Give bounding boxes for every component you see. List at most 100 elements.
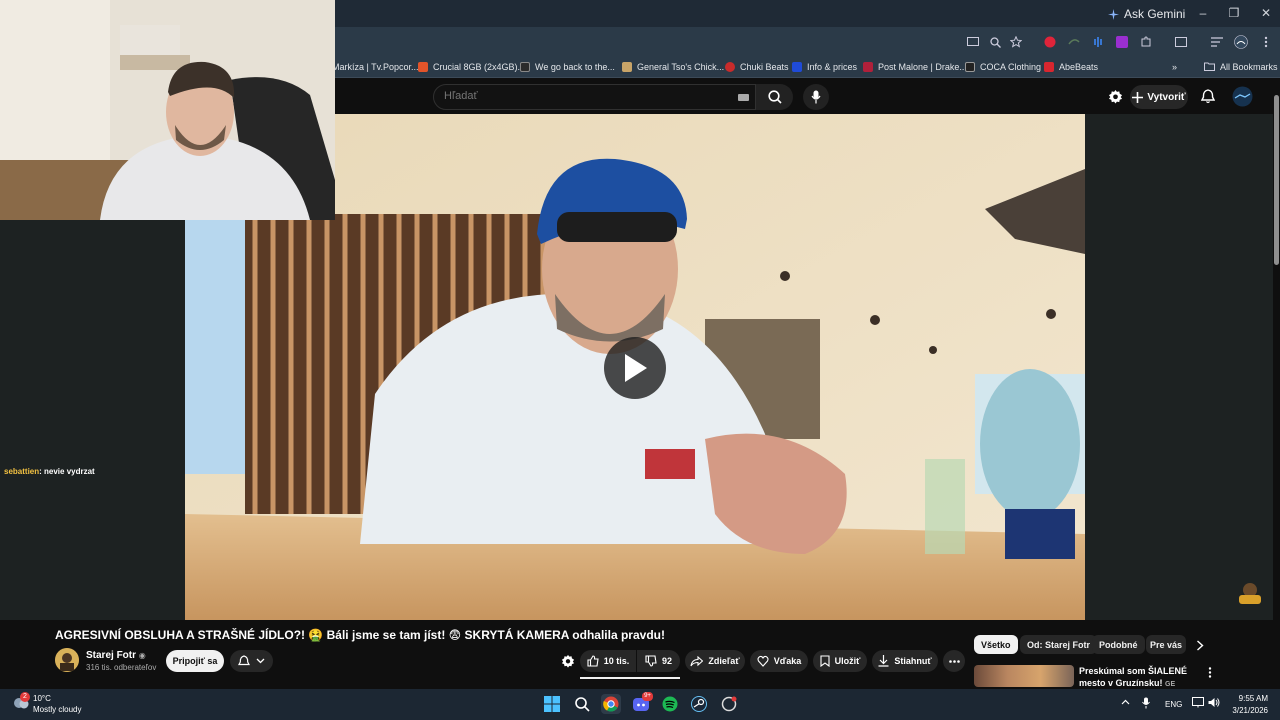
gemini-sparkle-icon [1108, 8, 1119, 20]
bookmark-favicon [520, 61, 530, 72]
reading-list-icon[interactable] [1208, 33, 1226, 51]
spotify-taskbar-icon[interactable] [660, 694, 680, 714]
zoom-icon[interactable] [986, 33, 1004, 51]
bookmark-item[interactable]: We go back to the... [520, 58, 615, 75]
join-button[interactable]: Pripojiť sa [166, 650, 224, 672]
bookmark-label: Post Malone | Drake... [878, 61, 967, 72]
clock-time[interactable]: 9:55 AM [1236, 694, 1268, 703]
save-button[interactable]: Uložiť [813, 650, 867, 672]
search-button[interactable] [756, 84, 793, 110]
chip-for-you[interactable]: Pre vás [1146, 635, 1186, 654]
channel-avatar[interactable] [55, 648, 79, 672]
minimize-icon[interactable]: – [1193, 4, 1213, 22]
keyboard-language[interactable]: ENG [1165, 700, 1182, 709]
app-taskbar-icon[interactable] [719, 694, 739, 714]
like-count: 10 tis. [603, 656, 630, 666]
weather-badge: 2 [20, 692, 30, 702]
play-icon [621, 352, 649, 384]
bookmark-item[interactable]: AbeBeats [1044, 58, 1098, 75]
bookmark-item[interactable]: COCA Clothing [965, 58, 1041, 75]
more-actions-button[interactable] [943, 650, 965, 672]
recommended-title-suffix: GE [1165, 681, 1176, 688]
extension-audio-icon[interactable] [1089, 33, 1107, 51]
star-bookmark-icon[interactable] [1007, 33, 1025, 51]
cast-icon[interactable] [964, 33, 982, 51]
tray-chevron-up-icon[interactable] [1121, 699, 1130, 705]
search-icon [767, 90, 782, 104]
search-taskbar-icon[interactable] [572, 694, 592, 714]
bookmark-label: Crucial 8GB (2x4GB)... [433, 61, 526, 72]
share-button[interactable]: Zdieľať [685, 650, 745, 672]
chevron-down-icon [256, 658, 265, 664]
restore-icon[interactable]: ❐ [1224, 4, 1244, 22]
chevron-right-icon[interactable] [1196, 640, 1204, 651]
bookmark-favicon [418, 61, 428, 72]
scrollbar-thumb[interactable] [1274, 95, 1279, 265]
subscription-bell-button[interactable] [230, 650, 273, 672]
account-avatar[interactable] [1232, 86, 1253, 107]
recommended-video-thumbnail[interactable] [974, 665, 1074, 687]
search-box[interactable] [433, 84, 756, 110]
windows-start-icon[interactable] [542, 694, 562, 714]
chip-from-channel[interactable]: Od: Starej Fotr [1020, 635, 1098, 654]
steam-taskbar-icon[interactable] [689, 694, 709, 714]
recommended-video-title[interactable]: Preskúmal som ŠIALENÉ mesto v Gruzínsku!… [1079, 665, 1204, 691]
share-label: Zdieľať [708, 656, 740, 666]
gear-badge-icon[interactable] [561, 654, 575, 668]
bookmark-item[interactable]: Crucial 8GB (2x4GB)... [418, 58, 525, 75]
folder-icon [1204, 62, 1215, 71]
download-button[interactable]: Stiahnuť [872, 650, 938, 672]
gear-icon[interactable] [1108, 89, 1123, 104]
verified-icon: ◉ [138, 651, 146, 660]
create-label: Vytvoriť [1147, 91, 1186, 103]
extension-bird-icon[interactable] [1065, 33, 1083, 51]
weather-temperature: 10°C [33, 694, 51, 703]
thanks-button[interactable]: Vďaka [750, 650, 808, 672]
clock-date[interactable]: 3/21/2026 [1229, 706, 1268, 715]
bookmark-item[interactable]: Info & prices [792, 58, 857, 75]
bookmark-label: Markíza | Tv.Popcor... [332, 61, 419, 72]
plus-icon [1132, 91, 1144, 103]
chip-all[interactable]: Všetko [974, 635, 1018, 654]
network-icon[interactable] [1192, 697, 1204, 708]
thumbs-down-icon [645, 655, 657, 667]
discord-badge: 9+ [642, 692, 653, 701]
thanks-label: Vďaka [773, 656, 802, 666]
voice-search-button[interactable] [803, 84, 829, 110]
keyboard-icon[interactable] [738, 94, 749, 101]
bookmarks-overflow-icon[interactable]: » [1172, 58, 1177, 75]
bookmark-label: COCA Clothing [980, 61, 1042, 72]
bookmark-item[interactable]: Markíza | Tv.Popcor... [332, 58, 419, 75]
bookmark-label: General Tso's Chick... [637, 61, 725, 72]
profile-avatar[interactable] [1232, 33, 1250, 51]
chrome-taskbar-icon[interactable] [601, 694, 621, 714]
tray-mic-icon[interactable] [1142, 697, 1150, 709]
create-button[interactable]: Vytvoriť [1130, 85, 1188, 109]
extension-purple-icon[interactable] [1113, 33, 1131, 51]
dislike-count: 92 [661, 656, 672, 666]
more-vertical-icon[interactable] [1208, 667, 1212, 678]
like-button[interactable]: 10 tis. [580, 650, 636, 672]
volume-icon[interactable] [1208, 697, 1220, 708]
play-button[interactable] [604, 337, 666, 399]
bookmark-item[interactable]: Post Malone | Drake... [863, 58, 967, 75]
tab-search-icon[interactable] [1172, 33, 1190, 51]
channel-name[interactable]: Starej Fotr ◉ [86, 650, 146, 661]
close-icon[interactable]: ✕ [1256, 4, 1276, 22]
extension-red-icon[interactable] [1041, 33, 1059, 51]
channel-watermark-icon [1236, 580, 1264, 606]
dislike-button[interactable]: 92 [637, 650, 680, 672]
bookmark-item[interactable]: General Tso's Chick... [622, 58, 724, 75]
ask-gemini-button[interactable]: Ask Gemini [1108, 5, 1185, 23]
bookmark-item[interactable]: Chuki Beats [725, 58, 789, 75]
extensions-puzzle-icon[interactable] [1137, 33, 1155, 51]
browser-menu-icon[interactable] [1257, 33, 1275, 51]
like-bar [580, 677, 680, 679]
search-input[interactable] [444, 90, 724, 102]
bookmark-favicon [1044, 61, 1054, 72]
chip-related[interactable]: Podobné [1092, 635, 1145, 654]
mic-icon [811, 90, 821, 104]
notifications-bell-icon[interactable] [1201, 89, 1215, 104]
video-title: AGRESIVNÍ OBSLUHA A STRAŠNÉ JÍDLO?! 🤮 Bá… [55, 628, 665, 642]
all-bookmarks[interactable]: All Bookmarks [1204, 58, 1278, 75]
